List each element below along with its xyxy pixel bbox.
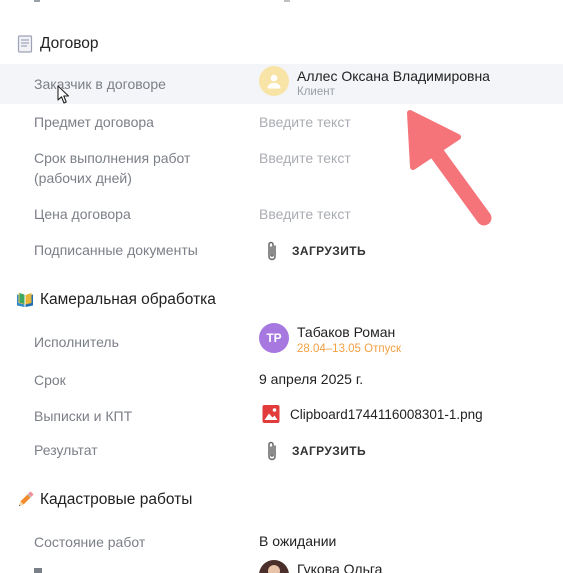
open-book-icon [16,291,34,309]
upload-button[interactable]: ЗАГРУЗИТЬ [266,240,366,262]
executor-row[interactable]: Исполнитель ТР Табаков Роман 28.04–13.05… [0,322,563,362]
customer-name[interactable]: Аллес Оксана Владимировна [297,68,490,84]
avatar-photo [268,565,280,573]
paperclip-icon [268,441,276,461]
field-label: Срок выполнения работ (рабочих дней) [34,150,191,186]
cadastral-executor-name[interactable]: Гукова Ольга [297,561,382,573]
field-label: Исполнитель [34,334,119,350]
signed-documents-row: Подписанные документы ЗАГРУЗИТЬ [0,240,563,264]
field-label: Цена договора [34,206,131,222]
avatar: ТР [259,323,289,353]
file-attachment[interactable]: Clipboard1744116008301-1.png [262,404,483,424]
field-label: Заказчик в договоре [34,76,166,92]
annotation-arrow-icon [407,110,492,226]
text-input-placeholder[interactable]: Введите текст [259,206,351,222]
section-title-label: Камеральная обработка [40,291,216,308]
previous-row-fragment [34,0,40,2]
section-title-contract: Договор [16,32,99,56]
field-label: Подписанные документы [34,242,198,258]
extracts-row: Выписки и КПТ Clipboard1744116008301-1.p… [0,404,563,428]
field-label: Выписки и КПТ [34,408,133,424]
avatar-initials: ТР [266,331,282,345]
deadline-row[interactable]: Срок 9 апреля 2025 г. [0,370,563,394]
executor-name[interactable]: Табаков Роман [297,324,395,340]
avatar [259,66,289,96]
text-input-placeholder[interactable]: Введите текст [259,114,351,130]
contract-customer-row[interactable]: Заказчик в договоре Аллес Оксана Владими… [0,64,563,104]
avatar [259,560,289,573]
upload-button[interactable]: ЗАГРУЗИТЬ [266,440,366,462]
work-status-value[interactable]: В ожидании [259,533,336,549]
upload-label: ЗАГРУЗИТЬ [292,244,366,258]
executor-vacation: 28.04–13.05 Отпуск [297,343,401,355]
work-status-row[interactable]: Состояние работ В ожидании [0,532,563,554]
file-name: Clipboard1744116008301-1.png [290,406,483,422]
section-title-cadastral-works: Кадастровые работы [16,488,192,512]
field-label: Предмет договора [34,114,154,130]
customer-role: Клиент [297,86,335,98]
field-label: Состояние работ [34,534,146,550]
paperclip-icon [268,241,276,261]
field-label-fragment [34,568,42,573]
field-label: Срок [34,372,66,388]
section-title-label: Кадастровые работы [40,491,193,508]
text-input-placeholder[interactable]: Введите текст [259,150,351,166]
cadastral-executor-row[interactable]: Гукова Ольга [0,560,563,573]
result-row: Результат ЗАГРУЗИТЬ [0,440,563,464]
document-icon [16,35,34,53]
section-title-label: Договор [40,35,99,52]
deadline-value[interactable]: 9 апреля 2025 г. [259,371,363,387]
pencil-icon [16,491,34,509]
previous-row-fragment [284,0,290,2]
section-title-desk-processing: Камеральная обработка [16,288,216,312]
mouse-cursor-icon [57,85,70,104]
user-icon [267,74,281,89]
image-file-icon [262,405,280,423]
field-label: Результат [34,442,98,458]
upload-label: ЗАГРУЗИТЬ [292,444,366,458]
